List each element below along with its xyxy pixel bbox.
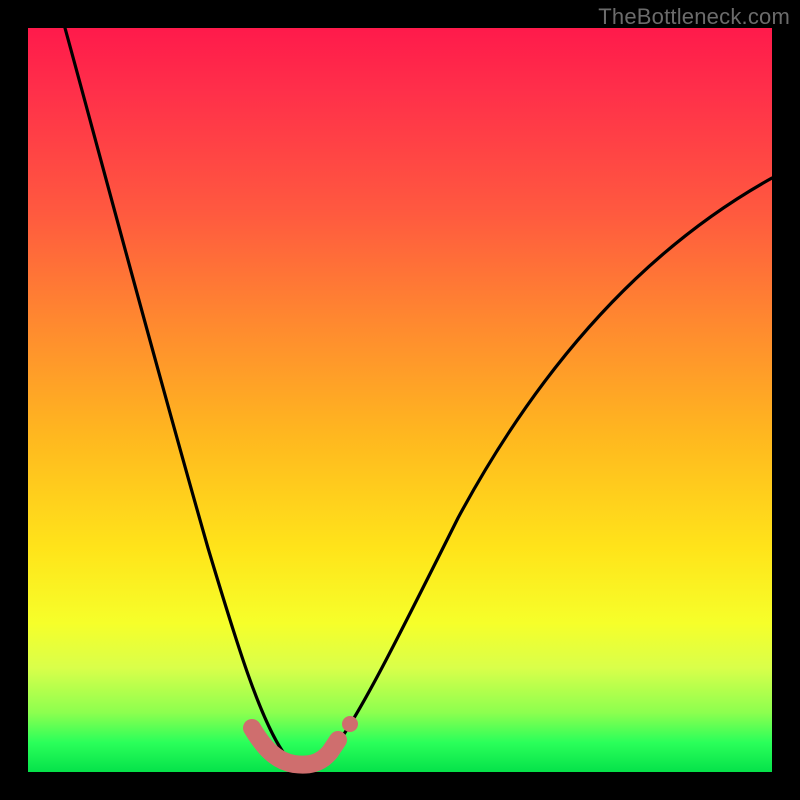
bottleneck-floor-dot <box>342 716 358 732</box>
bottleneck-floor-band <box>252 728 338 765</box>
watermark-text: TheBottleneck.com <box>598 4 790 30</box>
chart-frame: TheBottleneck.com <box>0 0 800 800</box>
plot-area <box>28 28 772 772</box>
bottleneck-curve-path <box>65 28 772 765</box>
bottleneck-curve-svg <box>28 28 772 772</box>
